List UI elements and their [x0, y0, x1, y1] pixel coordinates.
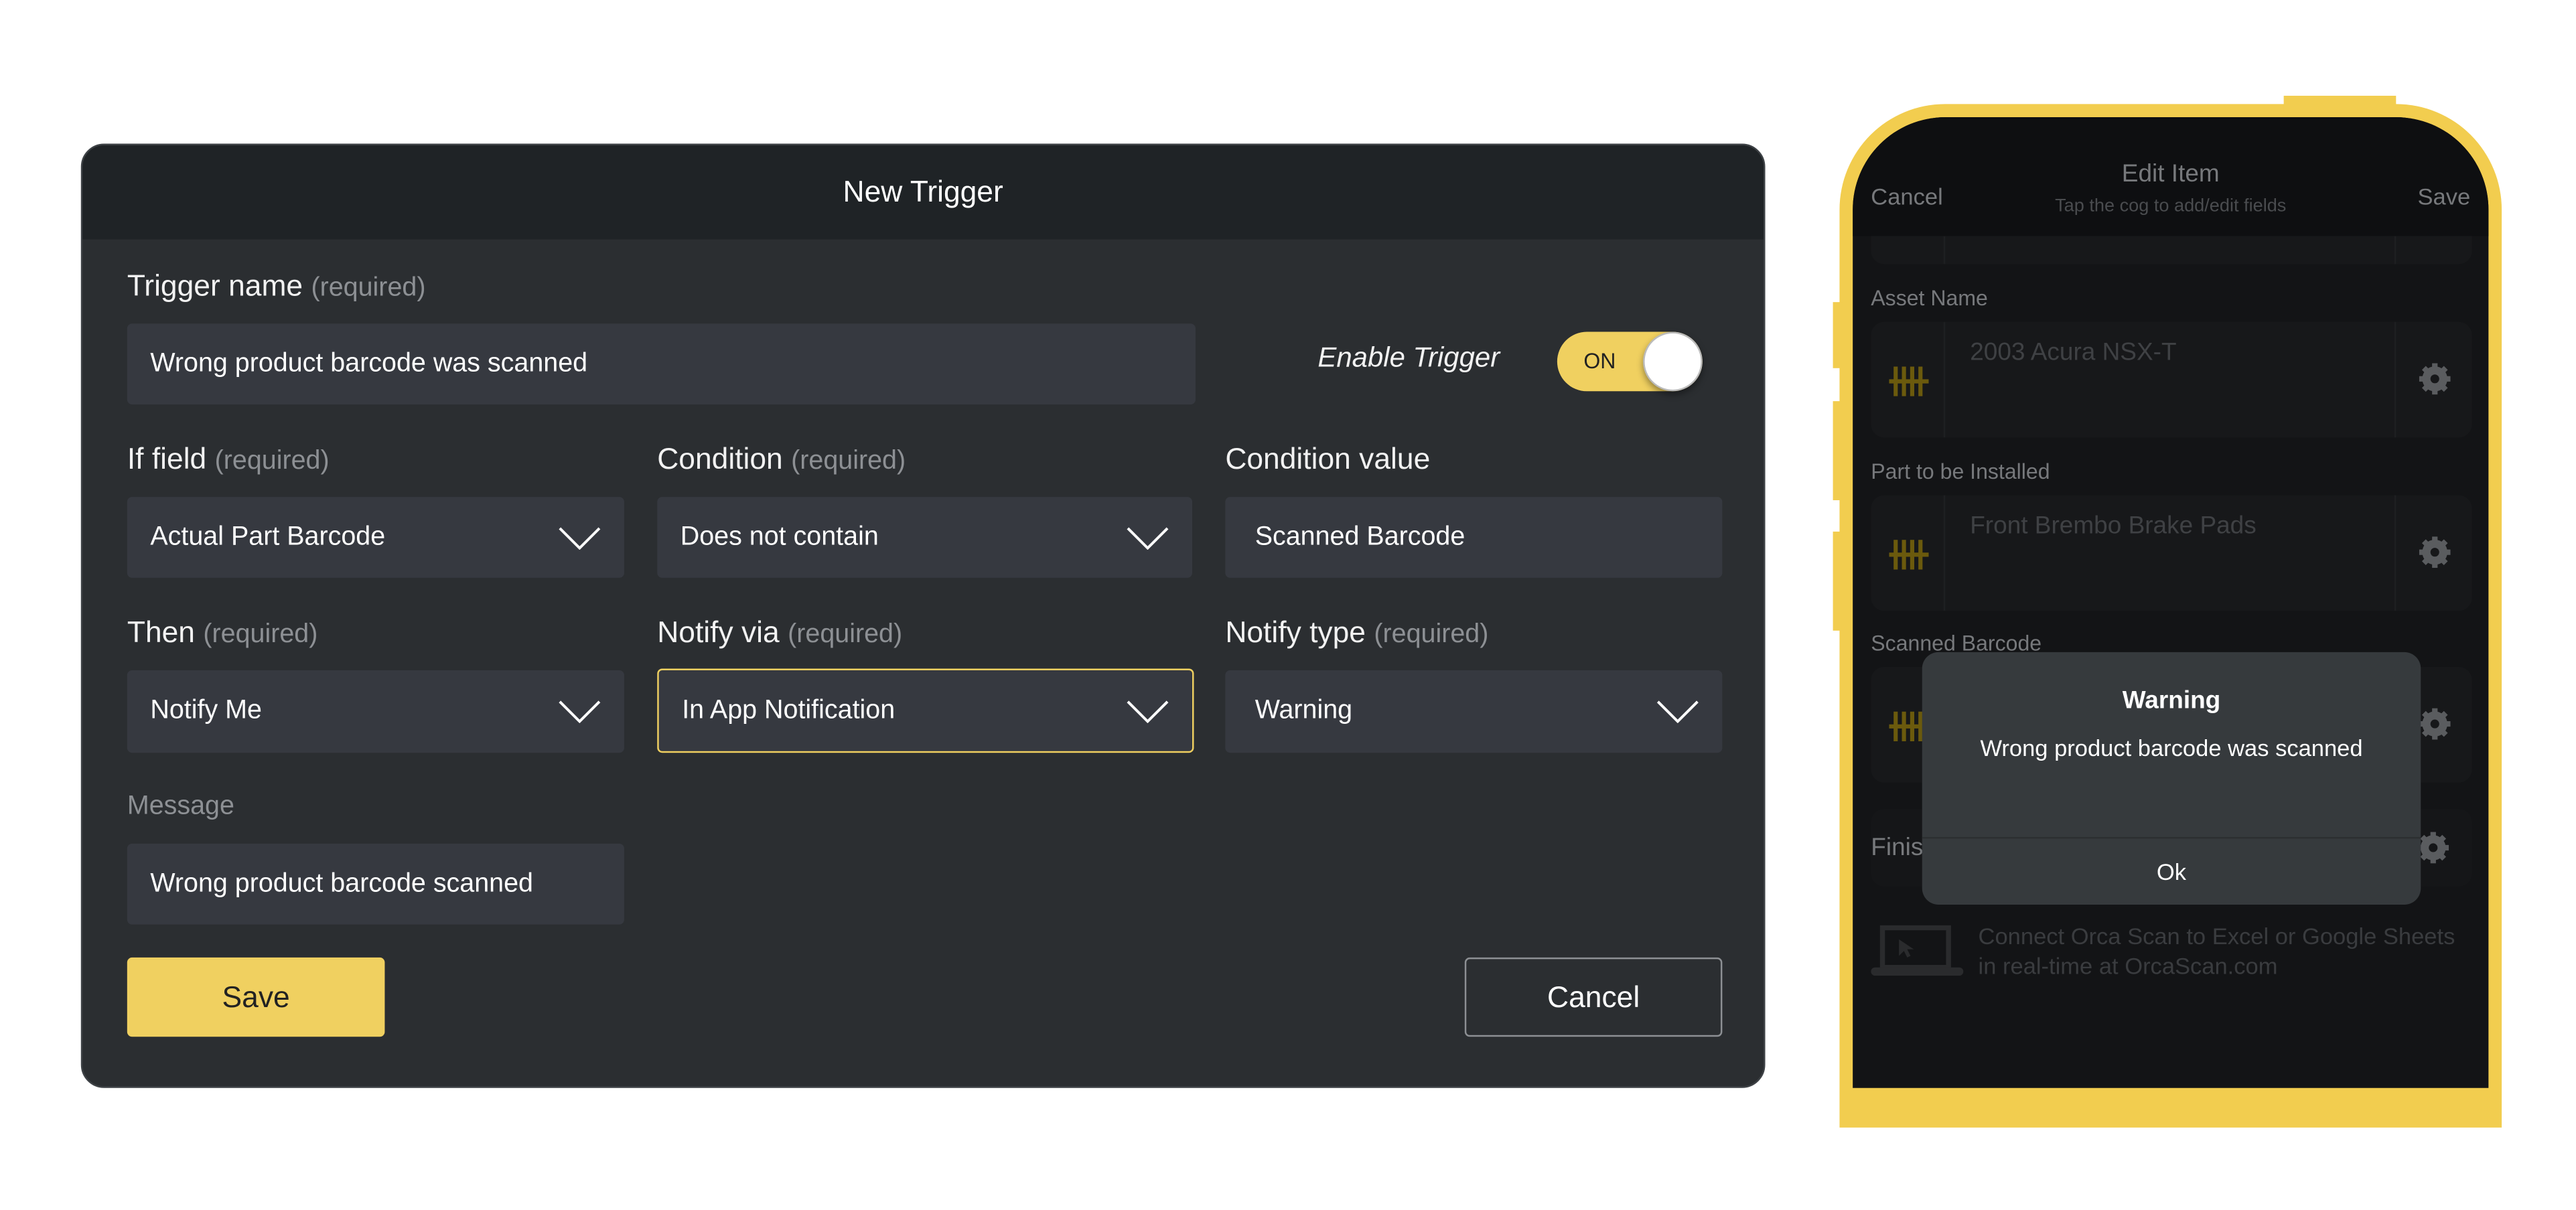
- phone-volume-up: [1833, 401, 1843, 501]
- barcode-icon[interactable]: [1871, 495, 1946, 611]
- warning-alert: Warning Wrong product barcode was scanne…: [1922, 652, 2421, 905]
- notify-type-select[interactable]: Warning: [1225, 670, 1723, 753]
- alert-ok-button[interactable]: Ok: [1922, 838, 2421, 905]
- field-card[interactable]: 2003 Acura NSX-T: [1871, 321, 2472, 438]
- if-field-value: Actual Part Barcode: [150, 522, 386, 551]
- promo-line-2[interactable]: in real-time at OrcaScan.com: [1979, 953, 2278, 979]
- phone-save-button[interactable]: Save: [2418, 183, 2471, 210]
- condition-value: Does not contain: [680, 522, 879, 551]
- if-field-label: If field (required): [127, 442, 330, 476]
- notify-via-select[interactable]: In App Notification: [657, 668, 1194, 753]
- enable-trigger-label: Enable Trigger: [1317, 342, 1500, 374]
- save-button[interactable]: Save: [127, 957, 385, 1037]
- chevron-down-icon: [1127, 700, 1169, 723]
- gear-icon[interactable]: [2394, 495, 2472, 611]
- notify-type-label: Notify type (required): [1225, 615, 1489, 649]
- phone-title: Edit Item: [2121, 160, 2220, 189]
- message-label: Message: [127, 792, 234, 821]
- laptop-icon: [1871, 925, 1964, 976]
- phone-screen: Cancel Edit Item Tap the cog to add/edit…: [1853, 117, 2489, 1088]
- condition-label: Condition (required): [657, 442, 906, 476]
- field-label: Asset Name: [1871, 285, 1988, 311]
- then-value: Notify Me: [150, 696, 262, 725]
- then-select[interactable]: Notify Me: [127, 670, 624, 753]
- field-label: Finis: [1871, 834, 1924, 862]
- phone-power-button: [2283, 95, 2396, 112]
- promo-line-1: Connect Orca Scan to Excel or Google She…: [1978, 923, 2455, 950]
- phone-volume-down: [1833, 531, 1843, 631]
- if-field-select[interactable]: Actual Part Barcode: [127, 497, 624, 578]
- chevron-down-icon: [1656, 700, 1699, 723]
- trigger-name-input[interactable]: Wrong product barcode was scanned: [127, 323, 1196, 405]
- field-label: Part to be Installed: [1871, 459, 2050, 484]
- alert-message: Wrong product barcode was scanned: [1980, 735, 2363, 761]
- condition-value-label: Condition value: [1225, 442, 1431, 476]
- message-input[interactable]: Wrong product barcode scanned: [127, 843, 624, 925]
- field-value: 2003 Acura NSX-T: [1970, 338, 2177, 367]
- notify-type-value: Warning: [1255, 696, 1353, 725]
- new-trigger-dialog: New Trigger Trigger name (required) Wron…: [80, 143, 1766, 1088]
- alert-title: Warning: [2122, 686, 2221, 715]
- trigger-name-label: Trigger name (required): [127, 269, 426, 303]
- toggle-state: ON: [1583, 348, 1616, 374]
- enable-trigger-toggle[interactable]: ON: [1557, 331, 1703, 392]
- phone-side-button: [1833, 302, 1843, 368]
- barcode-icon[interactable]: [1871, 321, 1946, 438]
- condition-select[interactable]: Does not contain: [657, 497, 1193, 578]
- chevron-down-icon: [559, 526, 601, 549]
- gear-icon[interactable]: [2394, 321, 2472, 438]
- field-value: Front Brembo Brake Pads: [1970, 512, 2257, 540]
- cancel-button[interactable]: Cancel: [1464, 957, 1723, 1037]
- notify-via-value: In App Notification: [682, 696, 896, 725]
- toggle-knob[interactable]: [1643, 331, 1703, 392]
- then-label: Then (required): [127, 615, 318, 649]
- phone-subtitle: Tap the cog to add/edit fields: [2055, 196, 2287, 216]
- chevron-down-icon: [559, 700, 601, 723]
- field-card: [1871, 236, 2472, 264]
- condition-value-input[interactable]: Scanned Barcode: [1225, 497, 1723, 578]
- dialog-title: New Trigger: [82, 145, 1764, 240]
- chevron-down-icon: [1127, 526, 1169, 549]
- notify-via-label: Notify via (required): [657, 615, 903, 649]
- field-card[interactable]: Front Brembo Brake Pads: [1871, 495, 2472, 611]
